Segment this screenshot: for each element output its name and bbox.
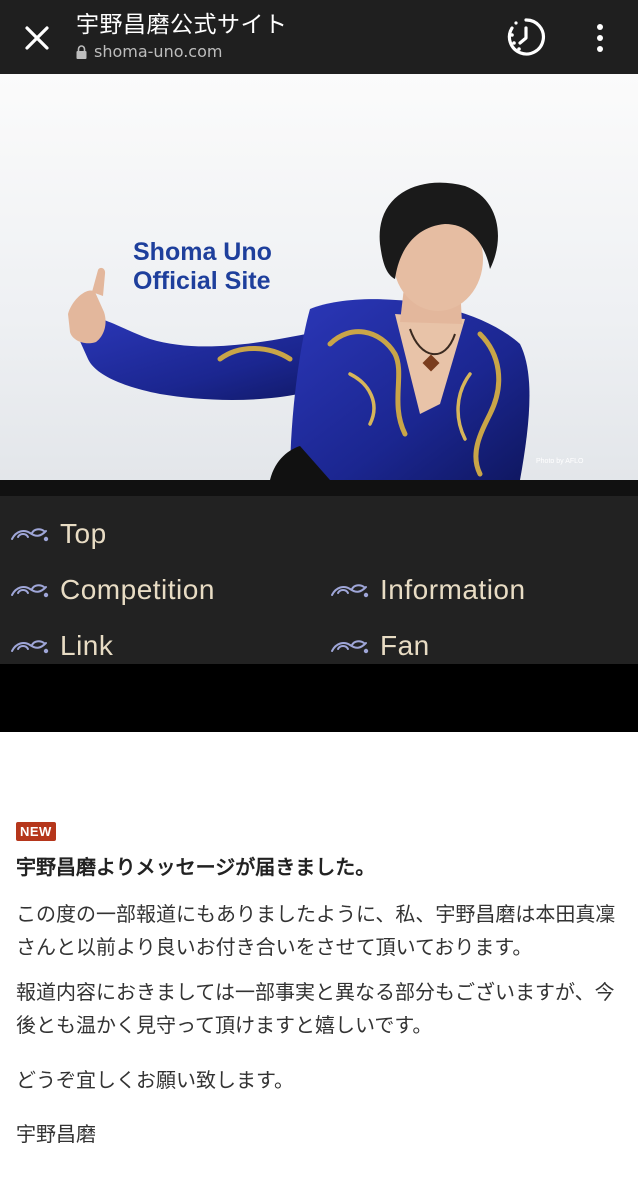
news-headline[interactable]: 宇野昌磨よりメッセージが届きました。 bbox=[16, 851, 375, 880]
nav-item-top[interactable]: Top bbox=[10, 518, 107, 550]
nav-item-competition[interactable]: Competition bbox=[10, 574, 215, 606]
swirl-ornament-icon bbox=[11, 528, 49, 542]
swirl-ornament-icon bbox=[331, 584, 369, 598]
nav-label-top: Top bbox=[60, 518, 107, 549]
photo-credit: Photo by AFLO bbox=[536, 458, 584, 465]
menu-dot-icon bbox=[597, 24, 603, 30]
nav-item-link[interactable]: Link bbox=[10, 630, 113, 662]
lock-icon bbox=[76, 44, 87, 59]
site-navigation: Top Competition Information Link Fan bbox=[0, 496, 638, 664]
news-paragraph: 報道内容におきましては一部事実と異なる部分もございますが、今後とも温かく見守って… bbox=[16, 980, 615, 1037]
address-block[interactable]: 宇野昌磨公式サイト shoma-uno.com bbox=[76, 10, 288, 61]
browser-top-bar: 宇野昌磨公式サイト shoma-uno.com bbox=[0, 0, 638, 74]
nav-item-fan[interactable]: Fan bbox=[330, 630, 430, 662]
page-title: 宇野昌磨公式サイト bbox=[76, 12, 288, 38]
nav-bottom-band bbox=[0, 664, 638, 732]
nav-item-information[interactable]: Information bbox=[330, 574, 526, 606]
nav-label-link: Link bbox=[60, 630, 114, 661]
close-button[interactable] bbox=[18, 19, 56, 57]
menu-dot-icon bbox=[597, 46, 603, 52]
hero-banner: Shoma Uno Official Site Photo by AFLO bbox=[0, 74, 638, 480]
swirl-ornament-icon bbox=[11, 640, 49, 654]
url-text: shoma-uno.com bbox=[94, 42, 223, 61]
news-paragraph: この度の一部報道にもありましたように、私、宇野昌磨は本田真凜さんと以前より良いお… bbox=[16, 902, 616, 959]
new-badge: NEW bbox=[16, 822, 56, 841]
news-signature: 宇野昌磨 bbox=[16, 1122, 96, 1146]
skater-photo bbox=[68, 182, 530, 480]
swirl-ornament-icon bbox=[11, 584, 49, 598]
news-section: NEW 宇野昌磨よりメッセージが届きました。 この度の一部報道にもありましたよう… bbox=[0, 732, 638, 1184]
close-icon bbox=[25, 26, 49, 50]
more-options-button[interactable] bbox=[586, 18, 614, 58]
hero-title: Shoma Uno Official Site bbox=[133, 238, 272, 295]
history-button[interactable] bbox=[504, 15, 548, 59]
menu-dot-icon bbox=[597, 35, 603, 41]
news-paragraph: どうぞ宜しくお願い致します。 bbox=[16, 1068, 294, 1092]
nav-divider bbox=[0, 480, 638, 496]
nav-label-competition: Competition bbox=[60, 574, 215, 605]
history-clock-icon bbox=[507, 18, 546, 56]
nav-label-fan: Fan bbox=[380, 630, 430, 661]
swirl-ornament-icon bbox=[331, 640, 369, 654]
nav-label-information: Information bbox=[380, 574, 526, 605]
